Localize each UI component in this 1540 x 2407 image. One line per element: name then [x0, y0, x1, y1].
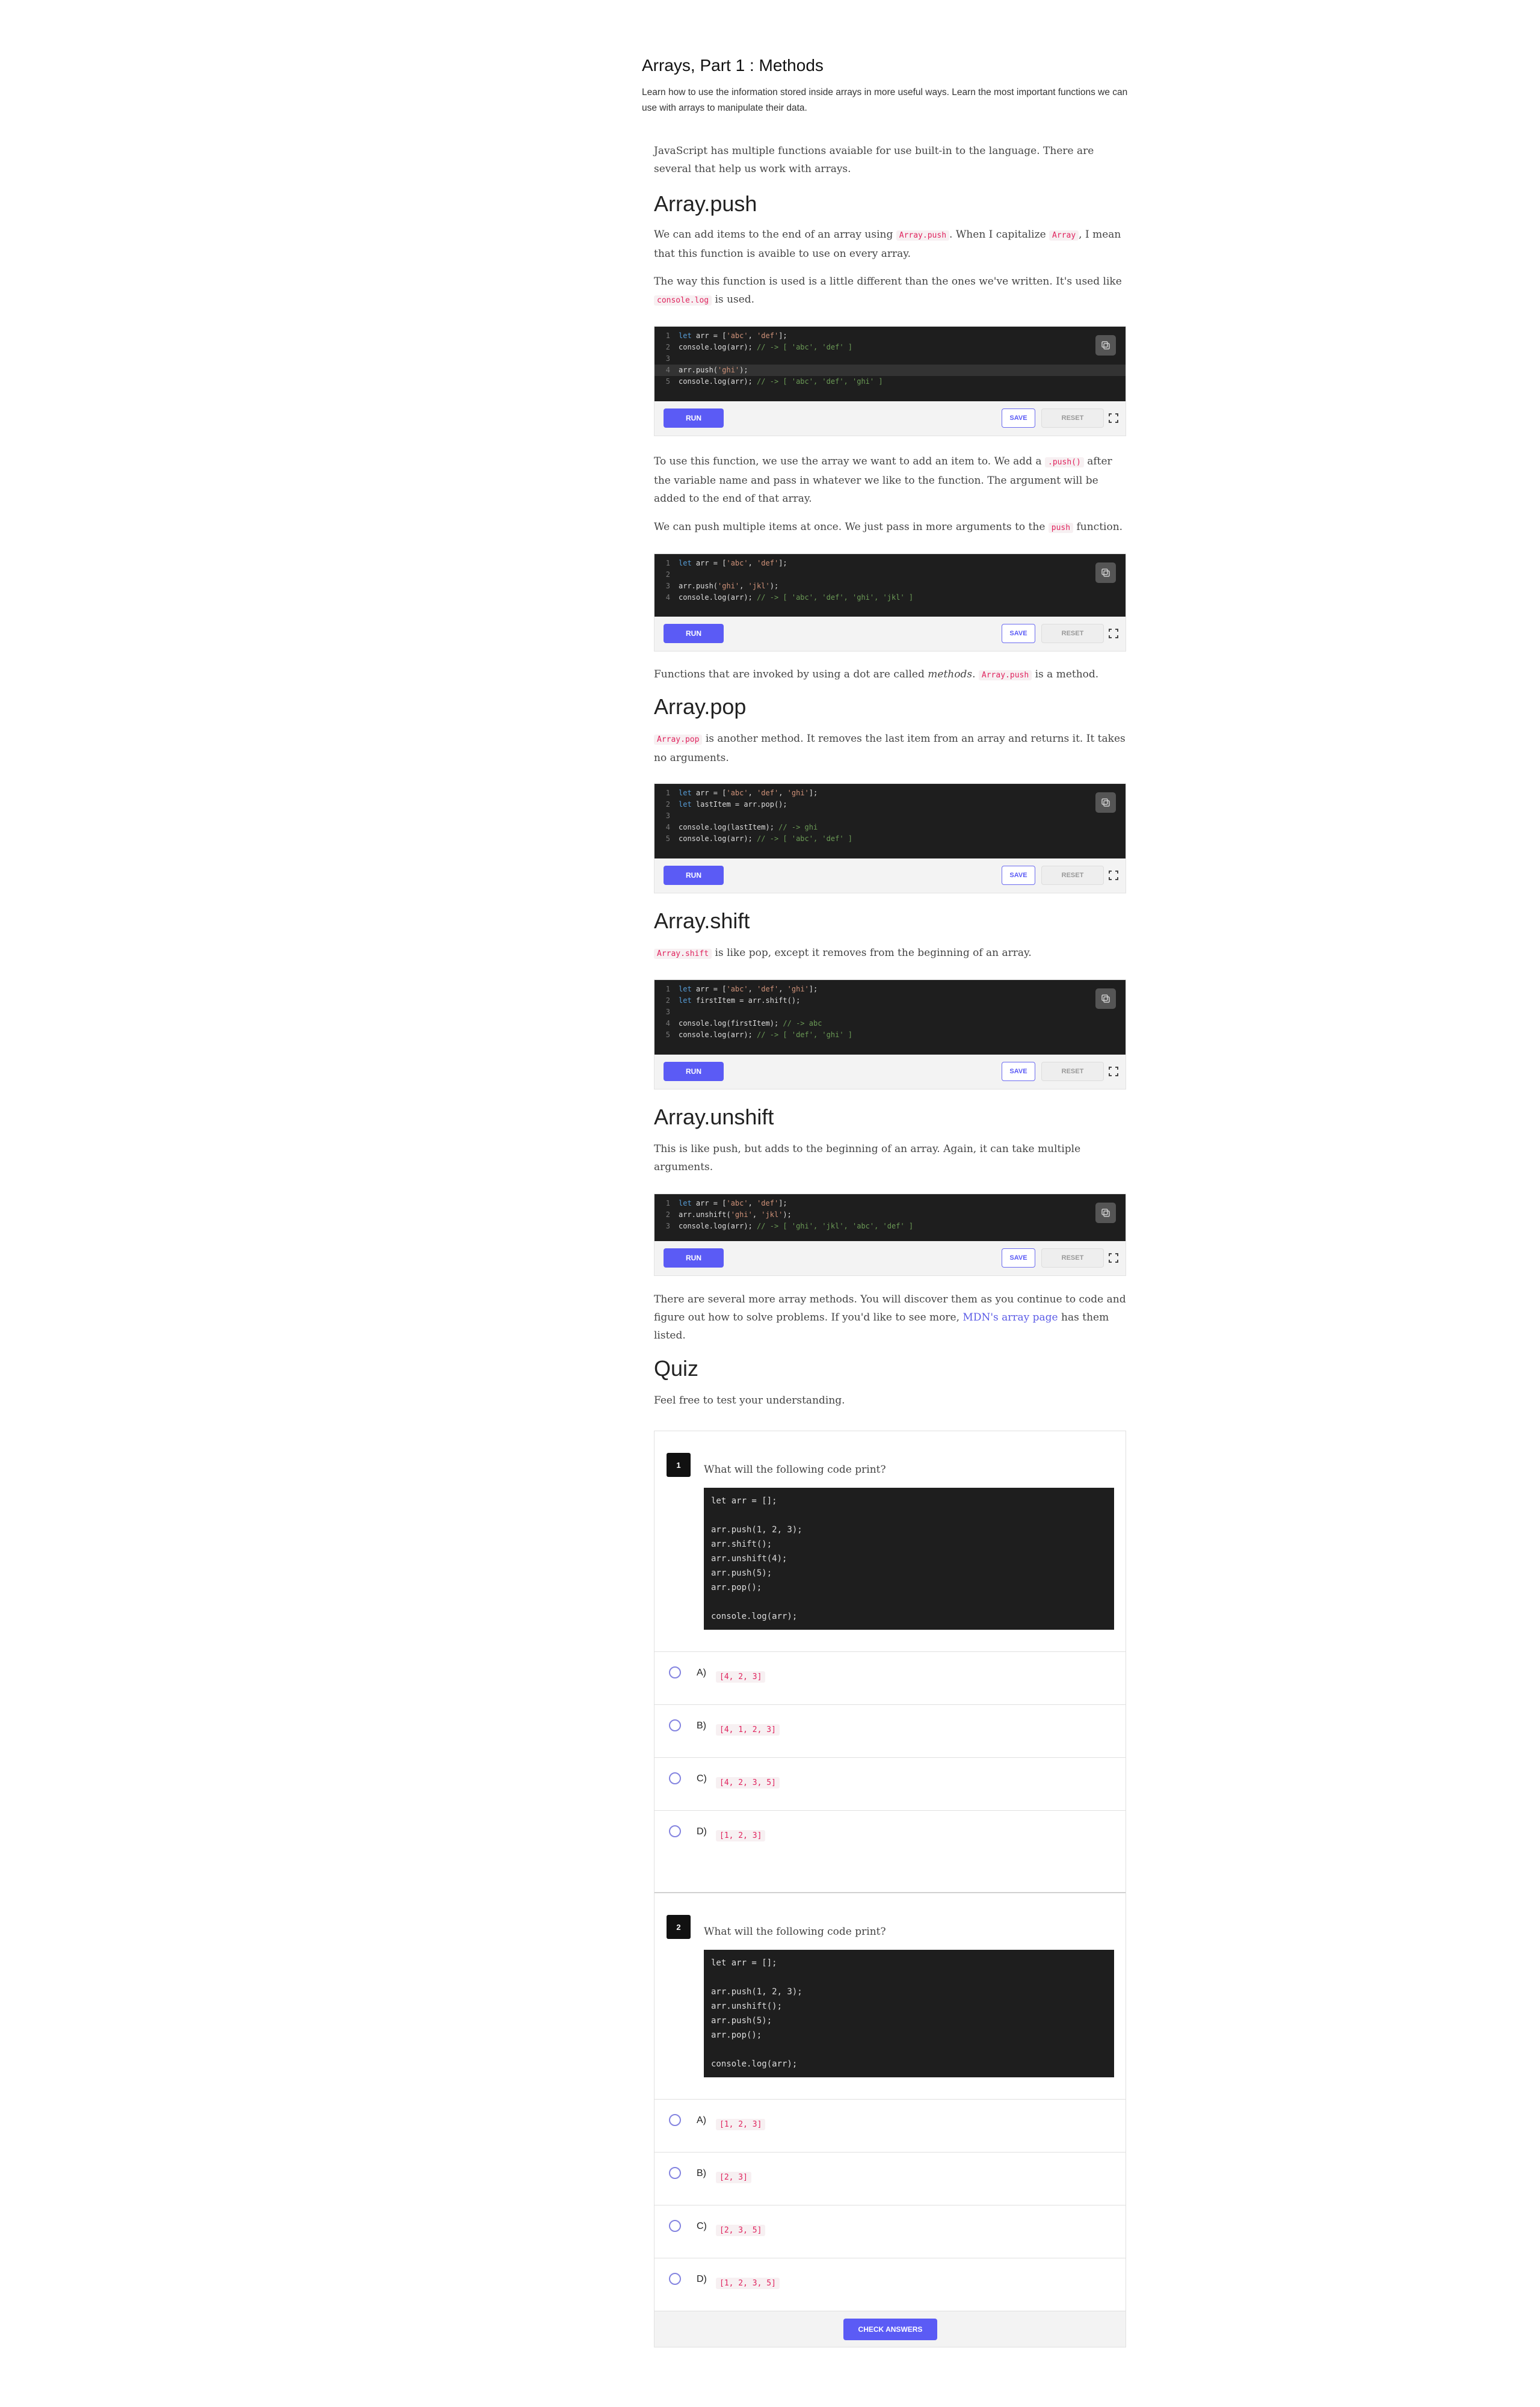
- radio-button[interactable]: [669, 2167, 681, 2179]
- push-paragraph-2: The way this function is used is a littl…: [654, 276, 1122, 306]
- save-button[interactable]: SAVE: [1002, 1062, 1035, 1081]
- inline-code: Array.push: [978, 670, 1032, 680]
- push-paragraph-1: We can add items to the end of an array …: [654, 229, 1121, 260]
- runner-toolbar: RUN SAVE RESET: [654, 617, 1126, 651]
- reset-button[interactable]: RESET: [1041, 1248, 1104, 1268]
- fullscreen-icon[interactable]: [1109, 871, 1118, 880]
- save-button[interactable]: SAVE: [1002, 866, 1035, 885]
- heading-array-unshift: Array.unshift: [654, 1105, 774, 1129]
- inline-code: Array.shift: [654, 949, 712, 959]
- code-runner-5: 1 let arr = ['abc', 'def']; 2 arr.unshift(…: [654, 1194, 1126, 1276]
- quiz-footer: CHECK ANSWERS: [654, 2311, 1126, 2347]
- question-number: 2: [667, 1915, 691, 1939]
- code-runner-2: 1 let arr = ['abc', 'def']; 2 3 arr.push('…: [654, 553, 1126, 652]
- fullscreen-icon[interactable]: [1109, 413, 1118, 423]
- copy-icon[interactable]: [1095, 562, 1116, 583]
- reset-button[interactable]: RESET: [1041, 1062, 1104, 1081]
- fullscreen-icon[interactable]: [1109, 1067, 1118, 1076]
- radio-button[interactable]: [669, 2273, 681, 2285]
- lesson-header: Arrays, Part 1 : Methods Learn how to us…: [642, 56, 1129, 116]
- answer-option[interactable]: D) [1, 2, 3]: [654, 1810, 1126, 1863]
- runner-toolbar: RUN SAVE RESET: [654, 1241, 1126, 1275]
- unshift-paragraph-1: This is like push, but adds to the begin…: [654, 1143, 1081, 1173]
- shift-paragraph-1: Array.shift is like pop, except it remov…: [654, 944, 1126, 963]
- answer-option[interactable]: A) [4, 2, 3]: [654, 1651, 1126, 1704]
- answer-option[interactable]: B) [4, 1, 2, 3]: [654, 1704, 1126, 1757]
- run-button[interactable]: RUN: [664, 1248, 724, 1268]
- answer-option[interactable]: C) [2, 3, 5]: [654, 2205, 1126, 2258]
- copy-icon[interactable]: [1095, 1203, 1116, 1223]
- check-answers-button[interactable]: CHECK ANSWERS: [843, 2319, 937, 2340]
- heading-array-pop: Array.pop: [654, 694, 747, 719]
- push-paragraph-3: To use this function, we use the array w…: [654, 455, 1112, 505]
- question-code: let arr = []; arr.push(1, 2, 3); arr.uns…: [704, 1950, 1114, 2077]
- runner-toolbar: RUN SAVE RESET: [654, 401, 1126, 436]
- run-button[interactable]: RUN: [664, 866, 724, 885]
- copy-icon[interactable]: [1095, 335, 1116, 356]
- inline-code: Array: [1049, 230, 1079, 241]
- heading-quiz: Quiz: [654, 1356, 699, 1381]
- question-number: 1: [667, 1453, 691, 1477]
- inline-code: push: [1048, 523, 1074, 533]
- unshift-paragraph-2: There are several more array methods. Yo…: [654, 1293, 1126, 1342]
- reset-button[interactable]: RESET: [1041, 624, 1104, 643]
- intro-paragraph: JavaScript has multiple functions avaiab…: [654, 145, 1094, 175]
- code-editor[interactable]: 1 let arr = ['abc', 'def', 'ghi']; 2 let f…: [654, 980, 1126, 1055]
- heading-array-push: Array.push: [654, 191, 757, 216]
- save-button[interactable]: SAVE: [1002, 408, 1035, 428]
- question-code: let arr = []; arr.push(1, 2, 3); arr.shi…: [704, 1488, 1114, 1630]
- inline-code: Array.pop: [654, 735, 703, 745]
- quiz-panel: 1 What will the following code print? le…: [654, 1431, 1126, 2347]
- run-button[interactable]: RUN: [664, 624, 724, 643]
- radio-button[interactable]: [669, 1825, 681, 1837]
- save-button[interactable]: SAVE: [1002, 624, 1035, 643]
- reset-button[interactable]: RESET: [1041, 408, 1104, 428]
- runner-toolbar: RUN SAVE RESET: [654, 858, 1126, 893]
- heading-array-shift: Array.shift: [654, 908, 750, 933]
- question-text: What will the following code print?: [704, 1464, 886, 1476]
- inline-code: console.log: [654, 295, 712, 306]
- question-2: 2 What will the following code print? le…: [654, 1893, 1126, 2099]
- answer-option[interactable]: C) [4, 2, 3, 5]: [654, 1757, 1126, 1810]
- run-button[interactable]: RUN: [664, 408, 724, 428]
- push-paragraph-4: We can push multiple items at once. We j…: [654, 521, 1123, 533]
- push-paragraph-5: Functions that are invoked by using a do…: [654, 668, 1099, 680]
- run-button[interactable]: RUN: [664, 1062, 724, 1081]
- radio-button[interactable]: [669, 1666, 681, 1678]
- copy-icon[interactable]: [1095, 792, 1116, 813]
- copy-icon[interactable]: [1095, 988, 1116, 1009]
- radio-button[interactable]: [669, 1719, 681, 1731]
- question-text: What will the following code print?: [704, 1926, 886, 1938]
- question-1: 1 What will the following code print? le…: [654, 1431, 1126, 1651]
- code-runner-3: 1 let arr = ['abc', 'def', 'ghi']; 2 let l…: [654, 783, 1126, 893]
- pop-paragraph-1: Array.pop is another method. It removes …: [654, 733, 1126, 764]
- runner-toolbar: RUN SAVE RESET: [654, 1055, 1126, 1089]
- code-runner-1: 1 let arr = ['abc', 'def']; 2 console.log(…: [654, 326, 1126, 436]
- fullscreen-icon[interactable]: [1109, 629, 1118, 638]
- code-editor[interactable]: 1 let arr = ['abc', 'def']; 2 console.log(…: [654, 327, 1126, 401]
- code-editor[interactable]: 1 let arr = ['abc', 'def', 'ghi']; 2 let l…: [654, 784, 1126, 858]
- code-editor[interactable]: 1 let arr = ['abc', 'def']; 2 3 arr.push('…: [654, 554, 1126, 617]
- radio-button[interactable]: [669, 2114, 681, 2126]
- inline-code: .push(): [1045, 457, 1084, 467]
- radio-button[interactable]: [669, 2220, 681, 2232]
- answer-option[interactable]: B) [2, 3]: [654, 2152, 1126, 2205]
- reset-button[interactable]: RESET: [1041, 866, 1104, 885]
- radio-button[interactable]: [669, 1772, 681, 1784]
- code-runner-4: 1 let arr = ['abc', 'def', 'ghi']; 2 let f…: [654, 979, 1126, 1089]
- fullscreen-icon[interactable]: [1109, 1253, 1118, 1263]
- inline-code: Array.push: [896, 230, 950, 241]
- code-editor[interactable]: 1 let arr = ['abc', 'def']; 2 arr.unshift(…: [654, 1194, 1126, 1241]
- mdn-array-link[interactable]: MDN's array page: [962, 1311, 1058, 1324]
- question-spacer: [654, 1863, 1126, 1892]
- page-subtitle: Learn how to use the information stored …: [642, 87, 1128, 113]
- answer-option[interactable]: D) [1, 2, 3, 5]: [654, 2258, 1126, 2311]
- save-button[interactable]: SAVE: [1002, 1248, 1035, 1268]
- quiz-intro: Feel free to test your understanding.: [654, 1395, 845, 1407]
- answer-option[interactable]: A) [1, 2, 3]: [654, 2099, 1126, 2152]
- page-title: Arrays, Part 1 : Methods: [642, 56, 824, 75]
